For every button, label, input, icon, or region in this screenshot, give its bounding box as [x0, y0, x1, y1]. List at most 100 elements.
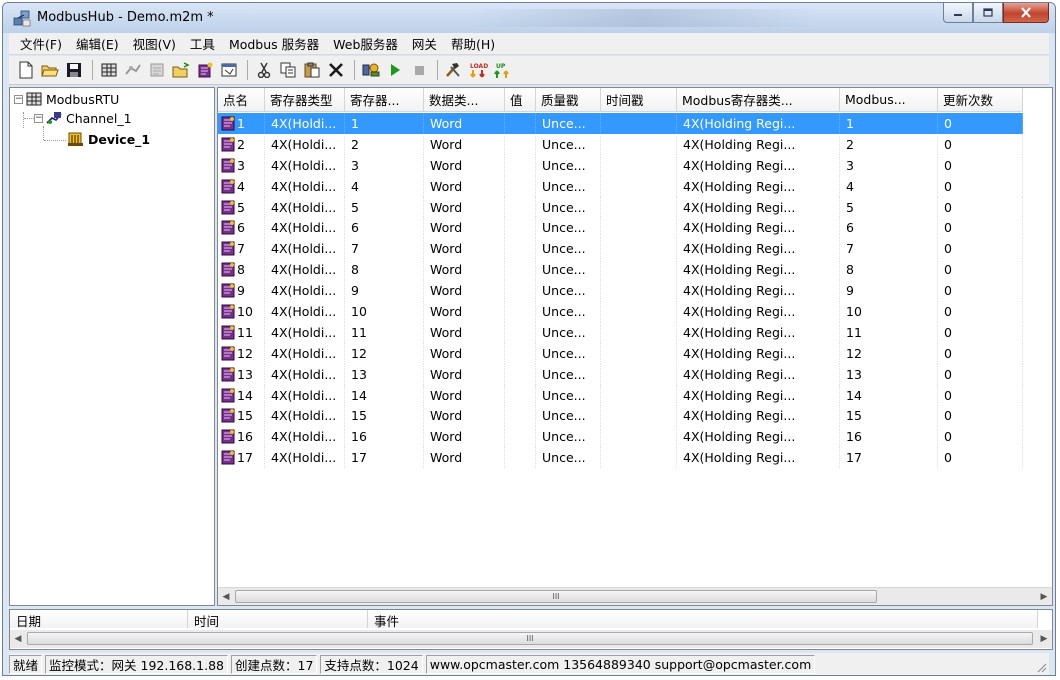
column-header[interactable]: 数据类...	[424, 88, 505, 112]
load-button[interactable]: LOAD	[467, 59, 489, 81]
collapse-toggle[interactable]: −	[14, 94, 23, 104]
column-header[interactable]: Modbus寄存器类...	[677, 88, 840, 112]
scroll-right-icon[interactable]: ▶	[1038, 633, 1050, 645]
tree-node-modbusrtu[interactable]: − ModbusRTU	[14, 90, 119, 108]
export-button[interactable]	[194, 59, 216, 81]
table-row[interactable]: 6 4X(Holdi... 6 Word Unce... 4X(Holding Regi.…	[218, 217, 1023, 239]
table-cell	[505, 363, 536, 385]
column-header[interactable]: 时间戳	[601, 88, 677, 112]
upload-button[interactable]: UP	[491, 59, 513, 81]
table-cell	[505, 154, 536, 176]
log-scroll-thumb[interactable]: III	[27, 632, 1033, 645]
add-tags-button[interactable]	[146, 59, 168, 81]
table-row[interactable]: 4 4X(Holdi... 4 Word Unce... 4X(Holding Regi.…	[218, 175, 1023, 197]
table-cell: 0	[938, 113, 1023, 134]
save-icon	[67, 63, 81, 77]
table-cell: 4X(Holdi...	[265, 405, 345, 427]
table-cell: 10	[840, 301, 938, 322]
table-row[interactable]: 13 4X(Holdi... 13 Word Unce... 4X(Holding Reg…	[218, 363, 1023, 385]
column-header[interactable]: 质量戳	[536, 88, 601, 112]
table-row[interactable]: 15 4X(Holdi... 15 Word Unce... 4X(Holding Reg…	[218, 405, 1023, 427]
copy-button[interactable]	[277, 59, 299, 81]
log-column-time[interactable]: 时间	[188, 610, 368, 628]
horizontal-scrollbar[interactable]: ◀ III ▶	[218, 587, 1052, 605]
column-header[interactable]: 寄存器类型	[265, 88, 345, 112]
collapse-toggle[interactable]: −	[34, 113, 43, 123]
table-row[interactable]: 11 4X(Holdi... 11 Word Unce... 4X(Holding Reg…	[218, 321, 1023, 343]
save-button[interactable]	[63, 59, 85, 81]
maximize-button[interactable]	[973, 3, 1003, 23]
tag-icon	[221, 429, 235, 444]
table-cell	[601, 196, 677, 218]
table-cell: 8	[840, 259, 938, 281]
menu-help[interactable]: 帮助(H)	[444, 34, 502, 53]
log-horizontal-scrollbar[interactable]: ◀ III ▶	[10, 630, 1052, 648]
table-cell: 0	[938, 154, 1023, 176]
grid-body: 1 4X(Holdi... 1 Word Unce... 4X(Holding Regi.…	[218, 113, 1023, 469]
tag-name: 1	[237, 115, 245, 131]
table-row[interactable]: 17 4X(Holdi... 17 Word Unce... 4X(Holding Reg…	[218, 447, 1023, 469]
monitor-button[interactable]	[360, 59, 382, 81]
tree-node-device[interactable]: Device_1	[68, 130, 150, 148]
cut-button[interactable]	[253, 59, 275, 81]
tree-node-channel[interactable]: − Channel_1	[34, 109, 132, 127]
table-row[interactable]: 14 4X(Holdi... 14 Word Unce... 4X(Holding Reg…	[218, 384, 1023, 406]
log-column-date[interactable]: 日期	[10, 610, 188, 628]
log-column-event[interactable]: 事件	[368, 610, 1038, 628]
table-cell: Word	[424, 321, 505, 343]
table-cell: 15	[345, 405, 424, 427]
table-cell: 1	[840, 113, 938, 134]
scroll-left-icon[interactable]: ◀	[220, 591, 232, 603]
add-device-button[interactable]	[122, 59, 144, 81]
table-row[interactable]: 12 4X(Holdi... 12 Word Unce... 4X(Holding Reg…	[218, 342, 1023, 364]
menu-web-server[interactable]: Web服务器	[326, 34, 405, 53]
resize-grip-icon[interactable]	[1035, 661, 1047, 673]
column-header[interactable]: Modbus...	[840, 88, 938, 112]
table-row[interactable]: 16 4X(Holdi... 16 Word Unce... 4X(Holding Reg…	[218, 426, 1023, 448]
menu-file[interactable]: 文件(F)	[13, 34, 69, 53]
table-row[interactable]: 9 4X(Holdi... 9 Word Unce... 4X(Holding Regi.…	[218, 280, 1023, 302]
scroll-left-icon[interactable]: ◀	[12, 633, 24, 645]
tree-label-device: Device_1	[88, 131, 151, 147]
table-cell: 0	[938, 280, 1023, 302]
table-cell: 5	[840, 196, 938, 218]
close-button[interactable]	[1003, 3, 1049, 23]
menu-tools[interactable]: 工具	[183, 34, 222, 53]
table-cell: Word	[424, 217, 505, 239]
minimize-button[interactable]	[943, 3, 973, 23]
table-cell	[601, 154, 677, 176]
delete-button[interactable]	[325, 59, 347, 81]
scroll-right-icon[interactable]: ▶	[1038, 591, 1050, 603]
menu-edit[interactable]: 编辑(E)	[69, 34, 126, 53]
menu-view[interactable]: 视图(V)	[126, 34, 183, 53]
run-button[interactable]	[384, 59, 406, 81]
table-row[interactable]: 7 4X(Holdi... 7 Word Unce... 4X(Holding Regi.…	[218, 238, 1023, 260]
table-cell: 0	[938, 133, 1023, 155]
menu-gateway[interactable]: 网关	[405, 34, 444, 53]
column-header[interactable]: 更新次数	[938, 88, 1023, 112]
paste-button[interactable]	[301, 59, 323, 81]
table-row[interactable]: 10 4X(Holdi... 10 Word Unce... 4X(Holding Reg…	[218, 301, 1023, 322]
properties-button[interactable]	[218, 59, 240, 81]
table-row[interactable]: 2 4X(Holdi... 2 Word Unce... 4X(Holding Regi.…	[218, 133, 1023, 155]
scroll-thumb[interactable]: III	[235, 590, 877, 603]
table-cell: 4X(Holding Regi...	[677, 154, 840, 176]
add-channel-button[interactable]	[98, 59, 120, 81]
new-button[interactable]	[15, 59, 37, 81]
menu-modbus-server[interactable]: Modbus 服务器	[222, 34, 326, 53]
tag-name-cell: 12	[218, 342, 265, 364]
table-row[interactable]: 5 4X(Holdi... 5 Word Unce... 4X(Holding Regi.…	[218, 196, 1023, 218]
column-header[interactable]: 值	[505, 88, 536, 112]
import-button[interactable]	[170, 59, 192, 81]
table-row[interactable]: 1 4X(Holdi... 1 Word Unce... 4X(Holding Regi.…	[218, 113, 1023, 134]
column-header[interactable]: 寄存器...	[345, 88, 424, 112]
table-cell: Word	[424, 113, 505, 134]
table-row[interactable]: 8 4X(Holdi... 8 Word Unce... 4X(Holding Regi.…	[218, 259, 1023, 281]
column-header[interactable]: 点名	[218, 88, 265, 112]
open-button[interactable]	[39, 59, 61, 81]
table-row[interactable]: 3 4X(Holdi... 3 Word Unce... 4X(Holding Regi.…	[218, 154, 1023, 176]
table-cell: Unce...	[536, 342, 601, 364]
stop-button[interactable]	[408, 59, 430, 81]
tools-button[interactable]	[443, 59, 465, 81]
status-supported: 支持点数：1024	[320, 654, 423, 674]
